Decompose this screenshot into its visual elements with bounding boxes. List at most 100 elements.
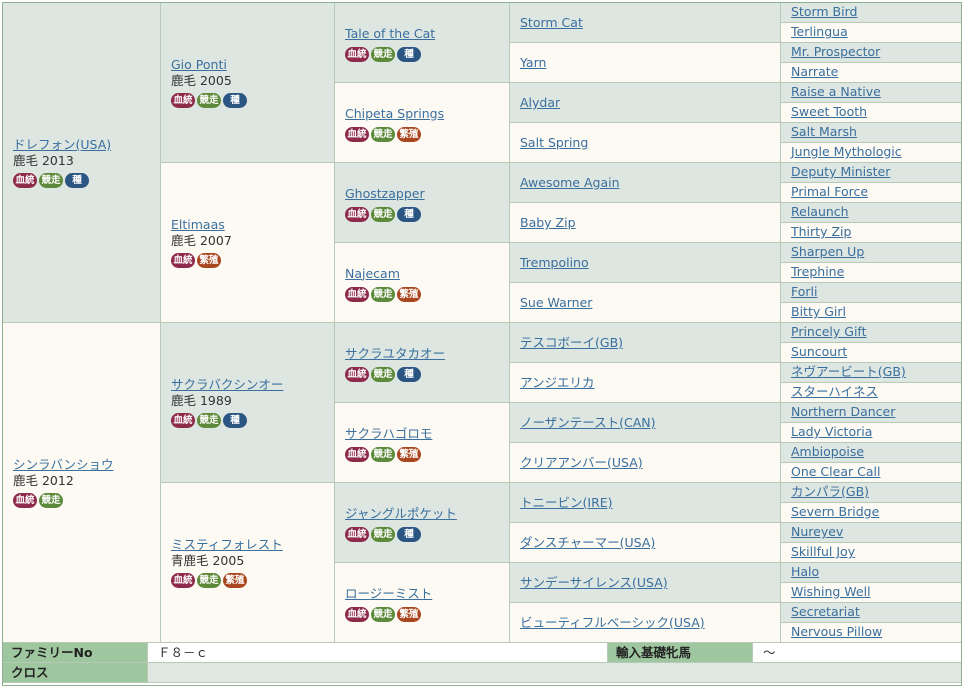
badge-breed[interactable]: 繁殖: [397, 446, 421, 462]
badge-breed[interactable]: 繁殖: [397, 286, 421, 302]
badge-blood[interactable]: 血統: [345, 526, 369, 542]
horse-link[interactable]: サクラバクシンオー: [171, 377, 332, 393]
badge-stud[interactable]: 種: [223, 412, 247, 428]
horse-link[interactable]: Baby Zip: [520, 214, 778, 232]
horse-link[interactable]: Severn Bridge: [791, 504, 879, 520]
badge-race[interactable]: 競走: [39, 172, 63, 188]
badge-race[interactable]: 競走: [371, 46, 395, 62]
badge-race[interactable]: 競走: [371, 526, 395, 542]
horse-link[interactable]: Ghostzapper: [345, 185, 507, 203]
badge-race[interactable]: 競走: [197, 572, 221, 588]
badge-blood[interactable]: 血統: [345, 206, 369, 222]
horse-link[interactable]: Sharpen Up: [791, 244, 864, 260]
badge-blood[interactable]: 血統: [13, 172, 37, 188]
horse-link[interactable]: サンデーサイレンス(USA): [520, 574, 778, 592]
horse-link[interactable]: Lady Victoria: [791, 424, 872, 440]
badge-blood[interactable]: 血統: [345, 126, 369, 142]
badge-race[interactable]: 競走: [371, 286, 395, 302]
horse-link[interactable]: Sue Warner: [520, 294, 778, 312]
badge-stud[interactable]: 種: [397, 366, 421, 382]
horse-link[interactable]: Bitty Girl: [791, 304, 846, 320]
horse-link[interactable]: Thirty Zip: [791, 224, 851, 240]
badge-blood[interactable]: 血統: [171, 412, 195, 428]
badge-stud[interactable]: 種: [397, 206, 421, 222]
badge-breed[interactable]: 繁殖: [197, 252, 221, 268]
horse-link[interactable]: Northern Dancer: [791, 404, 895, 420]
horse-link[interactable]: ビューティフルベーシック(USA): [520, 614, 778, 632]
badge-blood[interactable]: 血統: [345, 366, 369, 382]
horse-link[interactable]: Relaunch: [791, 204, 849, 220]
horse-link[interactable]: Primal Force: [791, 184, 868, 200]
badge-race[interactable]: 競走: [371, 366, 395, 382]
badge-breed[interactable]: 繁殖: [397, 126, 421, 142]
horse-link[interactable]: ロージーミスト: [345, 585, 507, 603]
horse-link[interactable]: クリアアンバー(USA): [520, 454, 778, 472]
badge-blood[interactable]: 血統: [345, 606, 369, 622]
horse-link[interactable]: ダンスチャーマー(USA): [520, 534, 778, 552]
horse-link[interactable]: Tale of the Cat: [345, 25, 507, 43]
badge-race[interactable]: 競走: [371, 206, 395, 222]
badge-stud[interactable]: 種: [397, 526, 421, 542]
horse-link[interactable]: カンパラ(GB): [791, 484, 869, 500]
badge-blood[interactable]: 血統: [345, 446, 369, 462]
badge-breed[interactable]: 繁殖: [223, 572, 247, 588]
horse-link[interactable]: サクラハゴロモ: [345, 425, 507, 443]
badge-race[interactable]: 競走: [371, 606, 395, 622]
horse-link[interactable]: スターハイネス: [791, 384, 878, 400]
horse-link[interactable]: Chipeta Springs: [345, 105, 507, 123]
horse-link[interactable]: Eltimaas: [171, 217, 332, 233]
horse-link[interactable]: Sweet Tooth: [791, 104, 867, 120]
horse-link[interactable]: Deputy Minister: [791, 164, 890, 180]
horse-link[interactable]: ノーザンテースト(CAN): [520, 414, 778, 432]
horse-link[interactable]: Wishing Well: [791, 584, 871, 600]
badge-race[interactable]: 競走: [197, 92, 221, 108]
horse-link[interactable]: Raise a Native: [791, 84, 881, 100]
horse-link[interactable]: Gio Ponti: [171, 57, 332, 73]
horse-link[interactable]: Forli: [791, 284, 817, 300]
badge-stud[interactable]: 種: [223, 92, 247, 108]
badge-breed[interactable]: 繁殖: [397, 606, 421, 622]
horse-link[interactable]: シンラバンショウ: [13, 457, 158, 473]
horse-link[interactable]: テスコボーイ(GB): [520, 334, 778, 352]
badge-race[interactable]: 競走: [197, 412, 221, 428]
horse-link[interactable]: Jungle Mythologic: [791, 144, 902, 160]
horse-link[interactable]: Alydar: [520, 94, 778, 112]
horse-link[interactable]: ドレフォン(USA): [13, 137, 158, 153]
horse-link[interactable]: Halo: [791, 564, 819, 580]
horse-link[interactable]: Najecam: [345, 265, 507, 283]
horse-link[interactable]: Nureyev: [791, 524, 843, 540]
horse-link[interactable]: Yarn: [520, 54, 778, 72]
horse-link[interactable]: トニービン(IRE): [520, 494, 778, 512]
badge-race[interactable]: 競走: [371, 126, 395, 142]
horse-link[interactable]: アンジエリカ: [520, 374, 778, 392]
badge-blood[interactable]: 血統: [171, 572, 195, 588]
badge-stud[interactable]: 種: [397, 46, 421, 62]
badge-blood[interactable]: 血統: [345, 286, 369, 302]
horse-link[interactable]: ネヴアービート(GB): [791, 364, 906, 380]
badge-stud[interactable]: 種: [65, 172, 89, 188]
horse-link[interactable]: Trempolino: [520, 254, 778, 272]
horse-link[interactable]: Mr. Prospector: [791, 44, 880, 60]
horse-link[interactable]: Trephine: [791, 264, 844, 280]
horse-link[interactable]: Nervous Pillow: [791, 624, 882, 640]
badge-blood[interactable]: 血統: [171, 92, 195, 108]
horse-link[interactable]: Awesome Again: [520, 174, 778, 192]
horse-link[interactable]: Terlingua: [791, 24, 848, 40]
horse-link[interactable]: Salt Marsh: [791, 124, 857, 140]
horse-link[interactable]: Ambiopoise: [791, 444, 864, 460]
horse-link[interactable]: Princely Gift: [791, 324, 867, 340]
badge-blood[interactable]: 血統: [171, 252, 195, 268]
horse-link[interactable]: Salt Spring: [520, 134, 778, 152]
badge-blood[interactable]: 血統: [345, 46, 369, 62]
horse-link[interactable]: Storm Bird: [791, 4, 857, 20]
badge-race[interactable]: 競走: [39, 492, 63, 508]
horse-link[interactable]: Secretariat: [791, 604, 860, 620]
horse-link[interactable]: ジャングルポケット: [345, 505, 507, 523]
badge-blood[interactable]: 血統: [13, 492, 37, 508]
horse-link[interactable]: ミスティフォレスト: [171, 537, 332, 553]
horse-link[interactable]: Suncourt: [791, 344, 847, 360]
horse-link[interactable]: サクラユタカオー: [345, 345, 507, 363]
badge-race[interactable]: 競走: [371, 446, 395, 462]
horse-link[interactable]: Skillful Joy: [791, 544, 855, 560]
horse-link[interactable]: One Clear Call: [791, 464, 880, 480]
